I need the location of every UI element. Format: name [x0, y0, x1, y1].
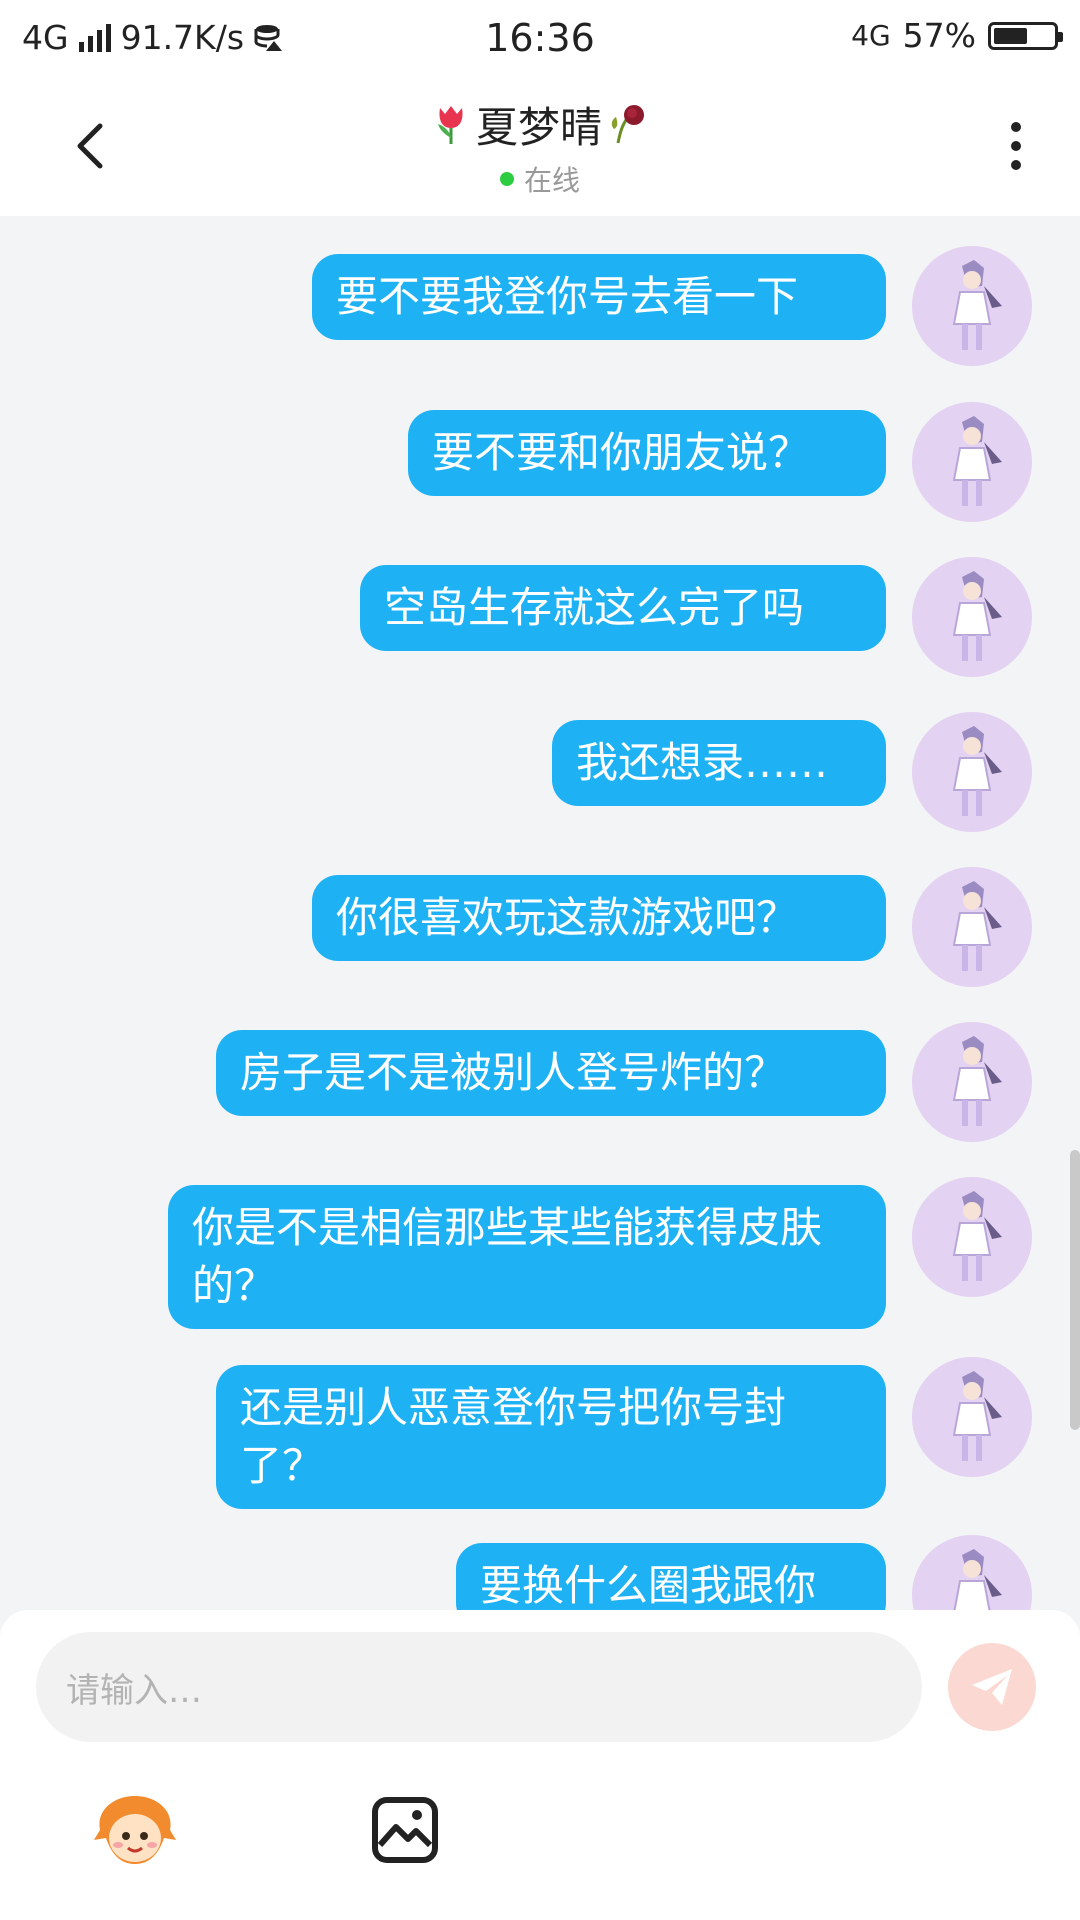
avatar[interactable] [912, 557, 1032, 677]
message-bubble[interactable]: 要不要我登你号去看一下 [312, 254, 886, 340]
online-dot-icon [499, 172, 514, 186]
battery-percent: 57% [902, 16, 976, 55]
online-label: 在线 [523, 164, 580, 197]
avatar[interactable] [912, 1177, 1032, 1297]
avatar-figure-icon [912, 402, 1032, 522]
avatar-figure-icon [912, 1022, 1032, 1142]
avatar-figure-icon [912, 1357, 1032, 1477]
input-panel: 请输入… [0, 1610, 1080, 1920]
avatar[interactable] [912, 246, 1032, 366]
message-bubble[interactable]: 房子是不是被别人登号炸的？ [216, 1030, 886, 1116]
send-button[interactable] [948, 1643, 1036, 1731]
input-placeholder: 请输入… [66, 1670, 202, 1711]
tulip-icon [437, 105, 463, 144]
message-input[interactable]: 请输入… [36, 1632, 922, 1742]
send-icon [972, 1669, 1012, 1705]
avatar[interactable] [912, 1357, 1032, 1477]
avatar-figure-icon [912, 246, 1032, 366]
avatar-figure-icon [912, 867, 1032, 987]
avatar[interactable] [912, 867, 1032, 987]
status-right: 4G 57% [851, 16, 1063, 55]
image-icon[interactable] [370, 1795, 440, 1865]
contact-name: 夏梦晴 [475, 103, 602, 152]
message-bubble[interactable]: 你是不是相信那些某些能获得皮肤的？ [168, 1185, 886, 1329]
message-bubble[interactable]: 还是别人恶意登你号把你号封了？ [216, 1365, 886, 1509]
online-status: 在线 [499, 159, 580, 199]
status-bar: 4G 91.7K/s 16:36 4G 57% [0, 0, 1080, 76]
avatar-figure-icon [912, 1535, 1032, 1610]
avatar-figure-icon [912, 712, 1032, 832]
message-bubble[interactable]: 我还想录…… [552, 720, 886, 806]
message-bubble[interactable]: 你很喜欢玩这款游戏吧？ [312, 875, 886, 961]
wilted-rose-icon [611, 104, 644, 143]
more-options-icon[interactable] [992, 114, 1040, 178]
message-list[interactable]: 要不要我登你号去看一下 要不要和你朋友说？ 空岛生存就这么完了吗 我还想录…… … [0, 216, 1080, 1610]
title-block: 夏梦晴 在线 [0, 94, 1080, 199]
contact-title[interactable]: 夏梦晴 [432, 94, 648, 155]
message-bubble[interactable]: 要不要和你朋友说？ [408, 410, 886, 496]
chat-header: 夏梦晴 在线 [0, 76, 1080, 216]
battery-icon [988, 21, 1063, 50]
network-type-right: 4G [851, 19, 891, 52]
avatar[interactable] [912, 402, 1032, 522]
scrollbar[interactable] [1070, 1150, 1080, 1430]
message-bubble[interactable]: 空岛生存就这么完了吗 [360, 565, 886, 651]
avatar[interactable] [912, 712, 1032, 832]
emoji-mascot-icon[interactable] [92, 1790, 178, 1876]
avatar-figure-icon [912, 1177, 1032, 1297]
avatar[interactable] [912, 1022, 1032, 1142]
avatar[interactable] [912, 1535, 1032, 1610]
avatar-figure-icon [912, 557, 1032, 677]
message-bubble[interactable]: 要换什么圈我跟你 [456, 1543, 886, 1610]
